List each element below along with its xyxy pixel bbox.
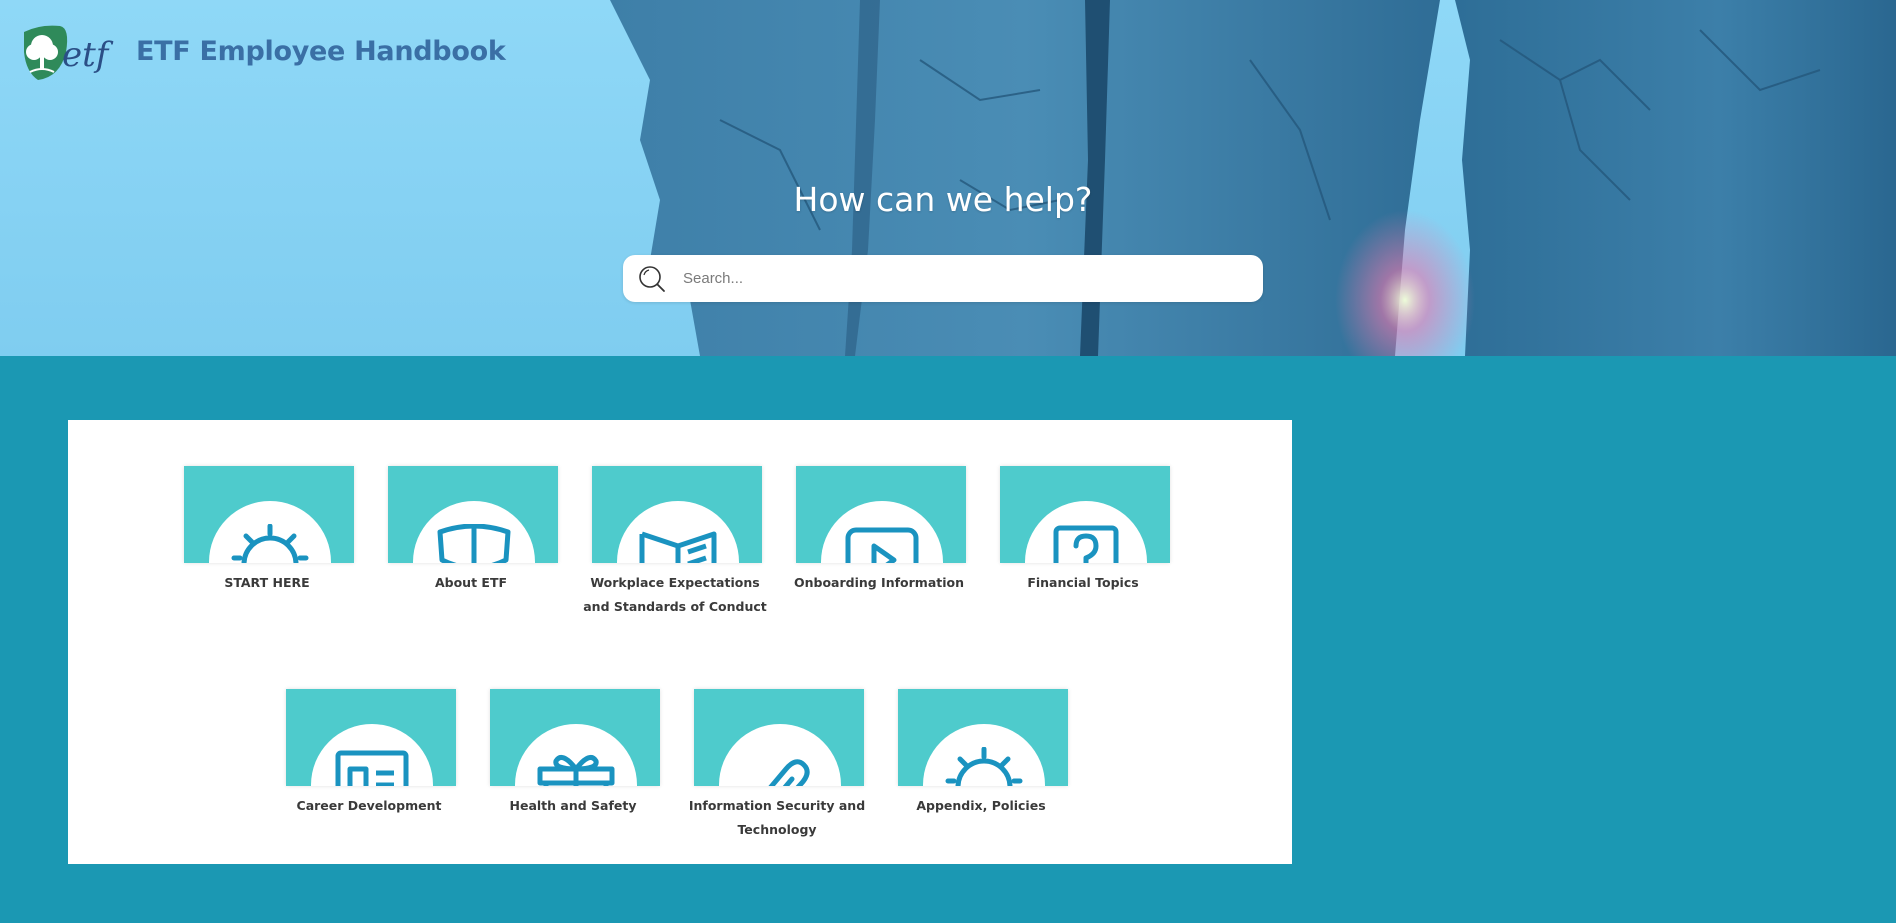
hero-banner: etf ETF Employee Handbook How can we hel… — [0, 0, 1896, 356]
tile-card — [796, 466, 966, 563]
tile-label: Workplace Expectations and Standards of … — [583, 575, 767, 614]
etf-logo[interactable]: etf — [20, 22, 120, 84]
tile-label: Appendix, Policies — [916, 798, 1046, 813]
sunrise-icon — [231, 524, 309, 563]
tile-label: Career Development — [296, 798, 442, 813]
paperclip-icon — [768, 759, 810, 786]
site-title[interactable]: ETF Employee Handbook — [136, 36, 506, 67]
tile-label: Financial Topics — [1027, 575, 1139, 590]
tile-card — [592, 466, 762, 563]
id-card-icon — [335, 750, 409, 786]
tile-label: START HERE — [224, 575, 310, 590]
shield-icon — [437, 524, 511, 563]
search-box[interactable] — [623, 255, 1263, 302]
tile-card — [388, 466, 558, 563]
tile-card — [490, 689, 660, 786]
tile-card — [184, 466, 354, 563]
category-panel: START HERE About ETF Workplace Expectati… — [68, 420, 1292, 864]
tile-card — [1000, 466, 1170, 563]
hero-heading: How can we help? — [793, 180, 1093, 219]
tile-card — [286, 689, 456, 786]
tile-label: Information Security and Technology — [688, 798, 866, 837]
search-input[interactable] — [683, 255, 1243, 302]
tile-card — [694, 689, 864, 786]
tile-card — [898, 689, 1068, 786]
search-icon[interactable] — [637, 264, 667, 294]
tile-label: Health and Safety — [509, 798, 637, 813]
svg-text:etf: etf — [62, 35, 114, 75]
tile-label: About ETF — [434, 575, 508, 590]
question-icon — [1053, 525, 1119, 563]
play-video-icon — [845, 527, 919, 563]
sunrise-icon — [945, 747, 1023, 786]
tile-label: Onboarding Information — [793, 575, 965, 590]
open-book-icon — [639, 531, 717, 563]
gift-icon — [537, 754, 615, 786]
